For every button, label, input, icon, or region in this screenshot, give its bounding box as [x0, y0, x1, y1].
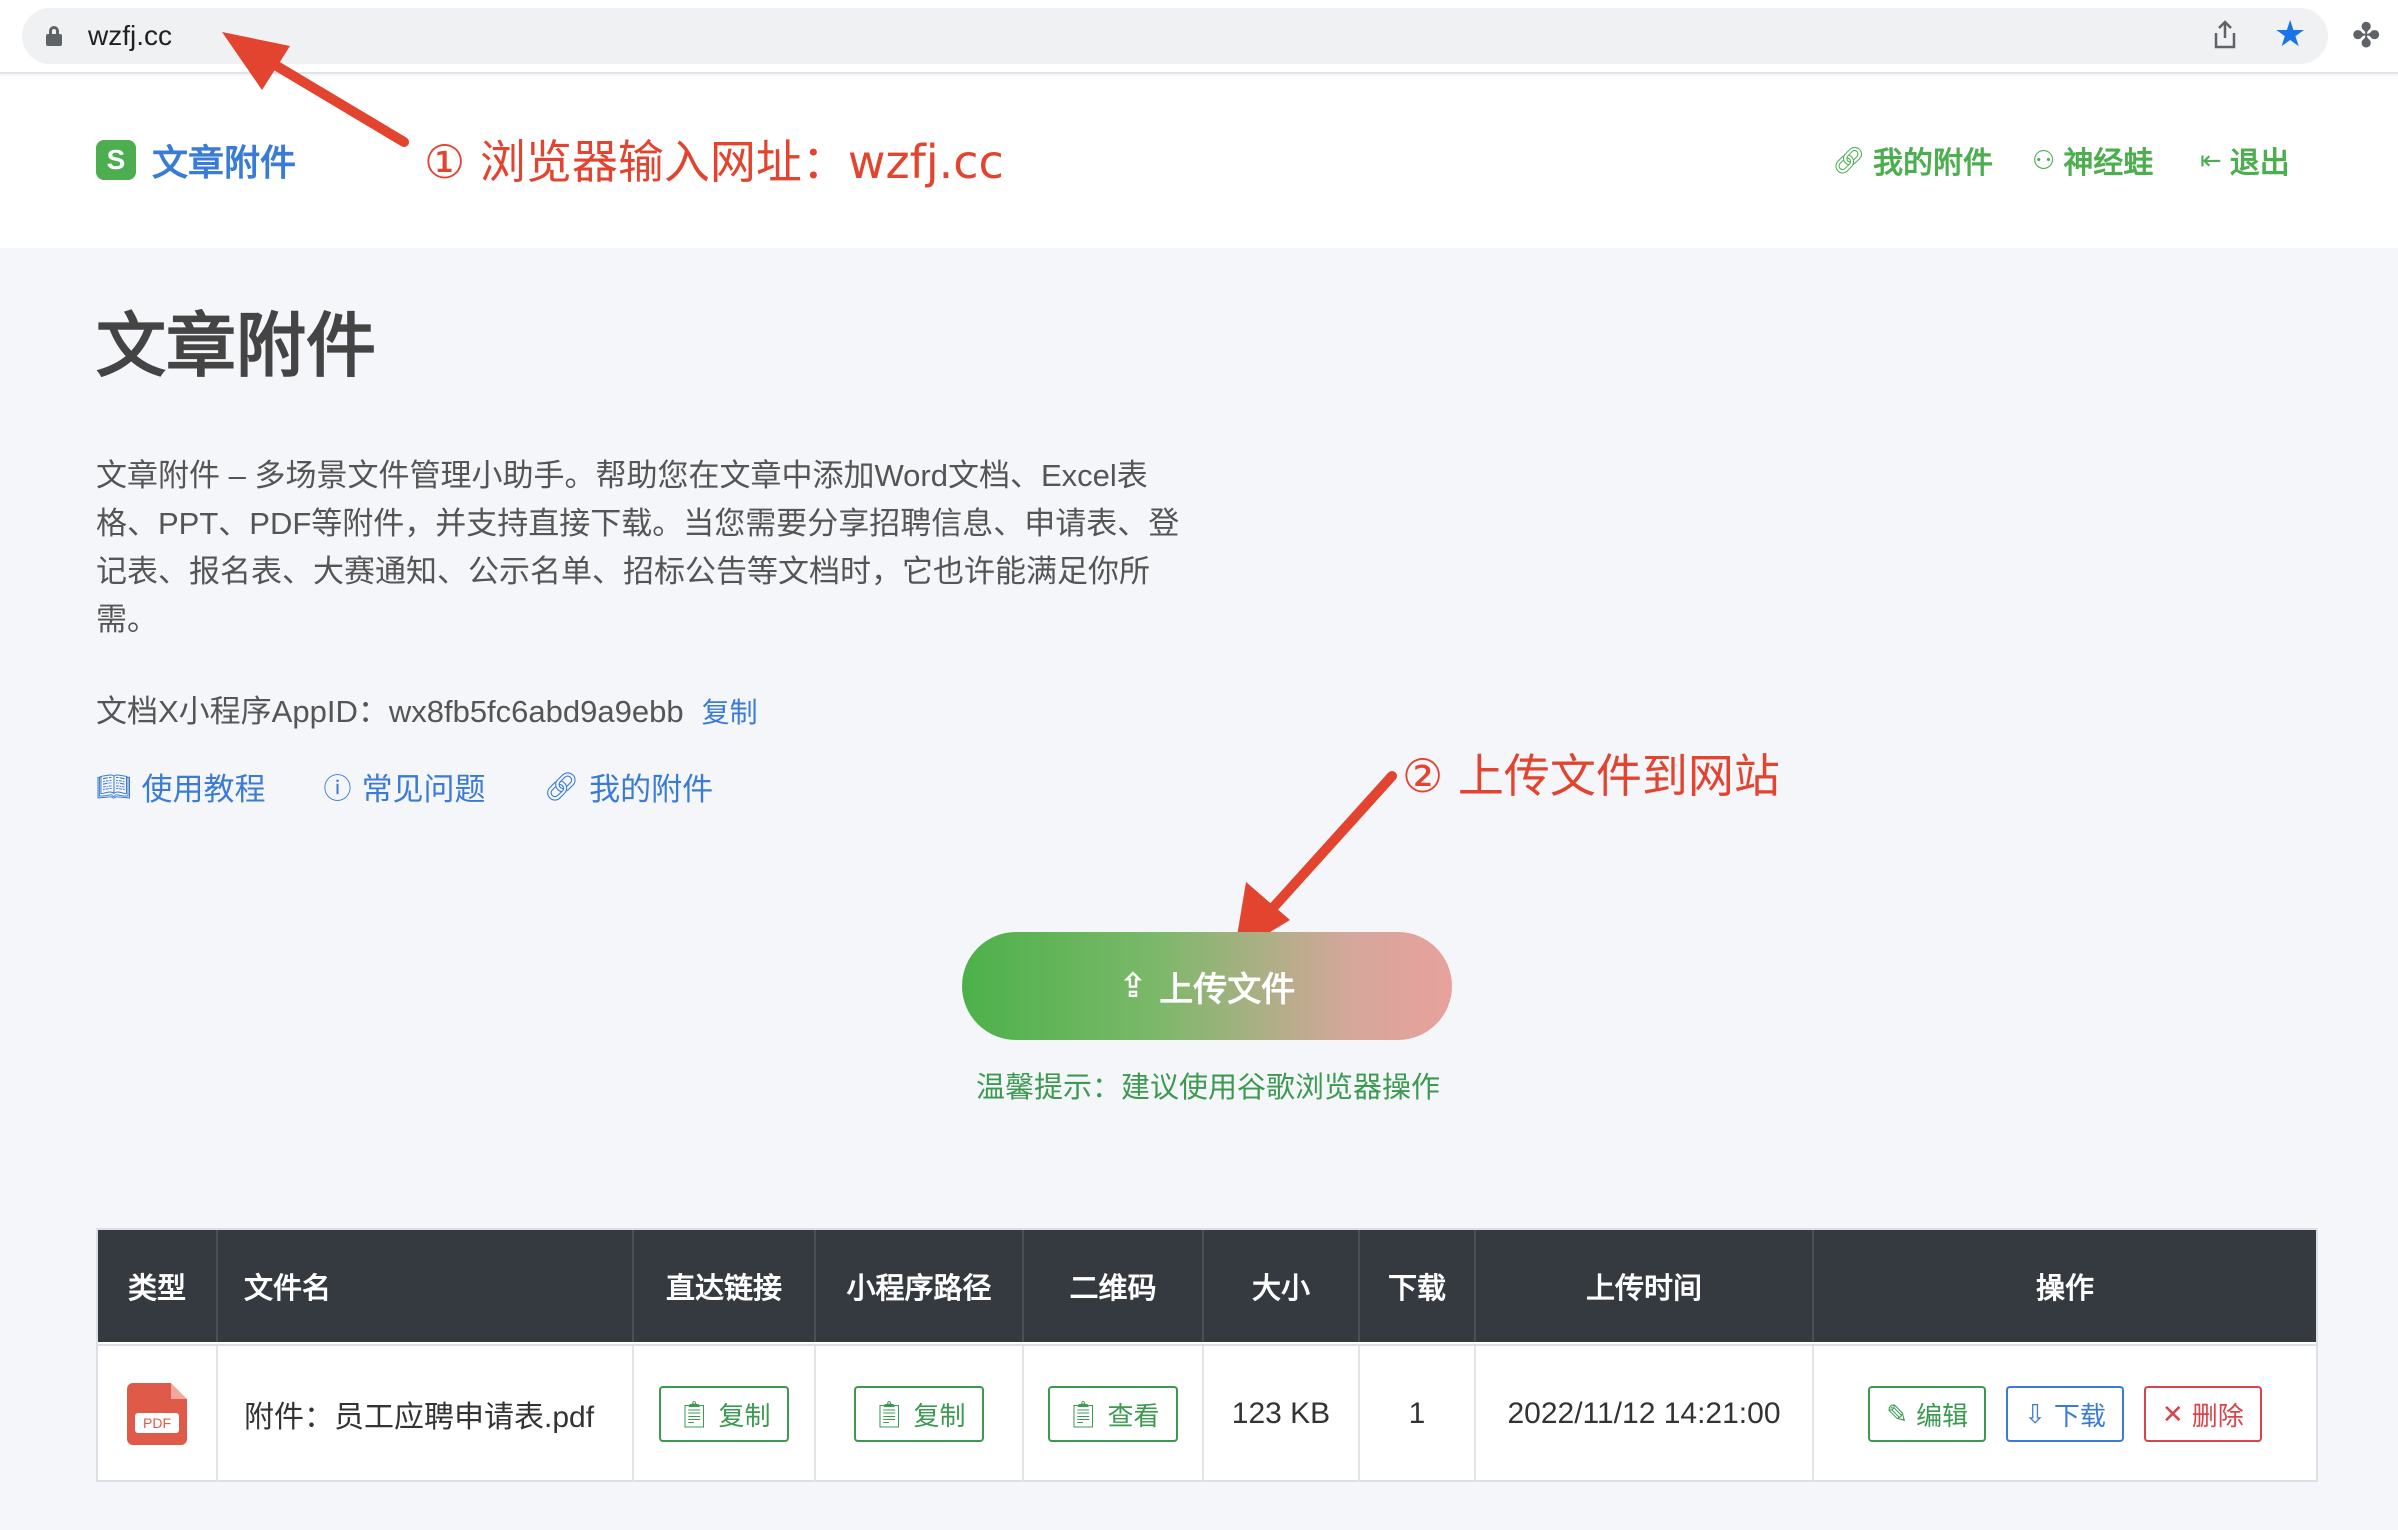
lock-icon[interactable]	[46, 26, 62, 46]
table-row: PDF 附件：员工应聘申请表.pdf 📋︎ 复制 📋︎ 复制 📋︎ 查看 123 KB…	[98, 1344, 2316, 1482]
nav-logout[interactable]: ⇤ 退出	[2200, 138, 2290, 182]
nav-label: 我的附件	[1873, 147, 1994, 180]
cell-filename: 附件：员工应聘申请表.pdf	[218, 1346, 634, 1482]
th-actions: 操作	[2035, 1273, 2094, 1305]
clipboard-icon: 📋︎	[872, 1398, 906, 1429]
th-type: 类型	[98, 1230, 218, 1342]
bookmark-star-icon[interactable]: ★	[2274, 14, 2306, 54]
page-title: 文章附件	[96, 307, 376, 385]
cell-miniprogram-path: 📋︎ 复制	[816, 1346, 1024, 1482]
annotation-step-2: ② 上传文件到网站	[1402, 749, 1780, 803]
link-label: 使用教程	[141, 772, 266, 807]
help-links: 📖︎ 使用教程 ⓘ 常见问题 🔗︎ 我的附件	[96, 764, 713, 809]
delete-button[interactable]: ✕ 删除	[2143, 1386, 2262, 1442]
appid-text: 文档X小程序AppID：wx8fb5fc6abd9a9ebb	[96, 694, 684, 729]
upload-file-button[interactable]: ⇪ 上传文件	[962, 932, 1452, 1040]
edit-icon: ✎	[1886, 1398, 1909, 1429]
user-icon: ⚇	[2032, 144, 2056, 175]
nav-label: 退出	[2229, 147, 2290, 180]
attachments-table: 类型 文件名 直达链接 小程序路径 二维码 大小 下载 上传时间 操作 PDF …	[96, 1228, 2318, 1482]
browser-tip: 温馨提示：建议使用谷歌浏览器操作	[975, 1072, 1440, 1104]
nav-label: 神经蛙	[2063, 147, 2154, 180]
annotation-step-1: ① 浏览器输入网址：wzfj.cc	[424, 135, 1004, 189]
link-faq[interactable]: ⓘ 常见问题	[324, 764, 486, 809]
th-qrcode: 二维码	[1024, 1230, 1204, 1342]
arrow-step-2	[1234, 771, 1397, 954]
cell-direct-link: 📋︎ 复制	[634, 1346, 816, 1482]
cell-upload-time: 2022/11/12 14:21:00	[1476, 1346, 1814, 1482]
site-header: S 文章附件 🔗︎ 我的附件 ⚇ 神经蛙 ⇤ 退出	[0, 76, 2398, 248]
copy-link-button[interactable]: 📋︎ 复制	[659, 1386, 789, 1442]
share-icon[interactable]	[2212, 20, 2238, 50]
th-upload-time: 上传时间	[1476, 1230, 1814, 1342]
download-icon: ⇩	[2024, 1398, 2046, 1429]
book-icon: 📖︎	[96, 771, 132, 802]
browser-toolbar: wzfj.cc ★ ✤	[0, 0, 2398, 74]
th-filename: 文件名	[218, 1230, 634, 1342]
table-header: 类型 文件名 直达链接 小程序路径 二维码 大小 下载 上传时间 操作	[98, 1230, 2316, 1342]
address-bar[interactable]	[22, 8, 2328, 64]
link-label: 常见问题	[361, 772, 486, 807]
logo-icon[interactable]: S	[96, 140, 136, 180]
appid-copy-link[interactable]: 复制	[702, 697, 758, 728]
clipboard-icon: 📋︎	[677, 1398, 711, 1429]
url-text[interactable]: wzfj.cc	[88, 20, 172, 52]
clipboard-icon: 📋︎	[1066, 1398, 1100, 1429]
th-size: 大小	[1204, 1230, 1360, 1342]
nav-user[interactable]: ⚇ 神经蛙	[2032, 138, 2153, 182]
upload-label: 上传文件	[1159, 970, 1296, 1009]
link-icon: 🔗︎	[543, 771, 580, 802]
view-qrcode-button[interactable]: 📋︎ 查看	[1048, 1386, 1178, 1442]
link-tutorial[interactable]: 📖︎ 使用教程	[96, 764, 266, 809]
upload-icon: ⇪	[1118, 967, 1148, 1005]
cell-qrcode: 📋︎ 查看	[1024, 1346, 1204, 1482]
cell-actions: ✎ 编辑 ⇩ 下载 ✕ 删除	[1814, 1346, 2316, 1482]
th-downloads: 下载	[1360, 1230, 1476, 1342]
link-label: 我的附件	[589, 772, 714, 807]
edit-button[interactable]: ✎ 编辑	[1868, 1386, 1987, 1442]
th-direct-link: 直达链接	[634, 1230, 816, 1342]
pdf-file-icon: PDF	[127, 1383, 187, 1445]
nav-my-attachments[interactable]: 🔗︎ 我的附件	[1832, 138, 1993, 182]
cell-type: PDF	[98, 1346, 218, 1482]
page-description: 文章附件 – 多场景文件管理小助手。帮助您在文章中添加Word文档、Excel表…	[96, 458, 1180, 637]
cell-downloads: 1	[1360, 1346, 1476, 1482]
copy-path-button[interactable]: 📋︎ 复制	[854, 1386, 984, 1442]
extensions-puzzle-icon[interactable]: ✤	[2352, 16, 2381, 56]
appid-row: 文档X小程序AppID：wx8fb5fc6abd9a9ebb 复制	[96, 686, 758, 731]
link-icon: 🔗︎	[1832, 144, 1866, 175]
question-icon: ⓘ	[323, 772, 352, 804]
logout-icon: ⇤	[2200, 144, 2222, 175]
cell-size: 123 KB	[1204, 1346, 1360, 1482]
link-my-attachments[interactable]: 🔗︎ 我的附件	[544, 764, 714, 809]
logo-text[interactable]: 文章附件	[152, 134, 296, 186]
close-icon: ✕	[2161, 1398, 2184, 1429]
th-miniprogram-path: 小程序路径	[816, 1230, 1024, 1342]
download-button[interactable]: ⇩ 下载	[2006, 1386, 2124, 1442]
